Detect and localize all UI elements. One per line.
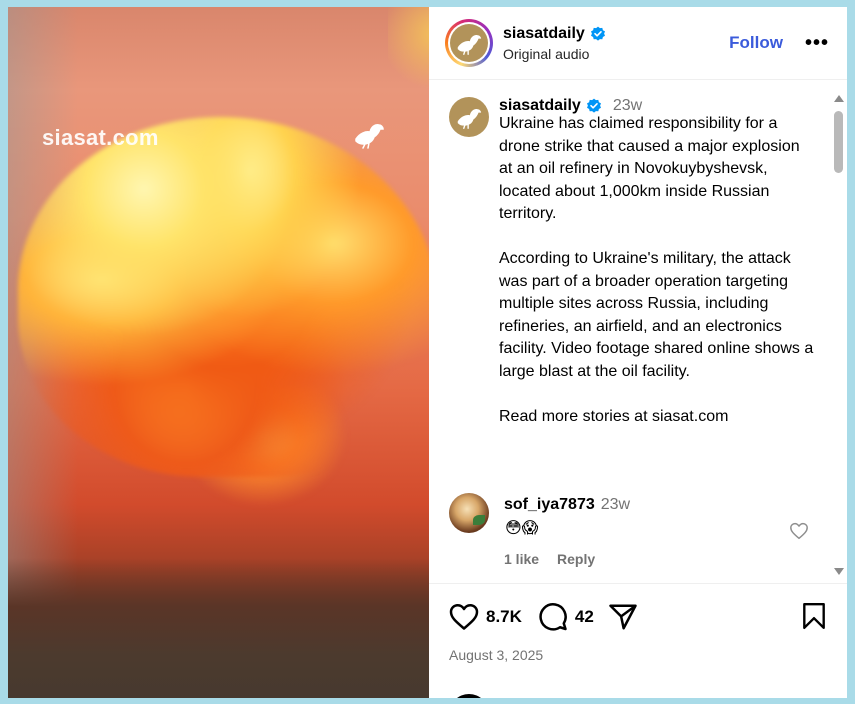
follow-button[interactable]: Follow	[729, 33, 783, 53]
like-button[interactable]: 8.7K	[449, 603, 522, 631]
comment-avatar[interactable]	[449, 493, 489, 533]
video-watermark: siasat.com	[42, 125, 159, 150]
avatar	[450, 24, 488, 62]
comment-button[interactable]: 42	[538, 602, 594, 632]
pigeon-icon	[457, 35, 482, 55]
comment-username[interactable]: sof_iya7873	[504, 496, 595, 514]
comment-heart-icon[interactable]	[789, 522, 809, 540]
post-caption: siasatdaily 23w Ukraine has claimed resp…	[449, 97, 817, 428]
verified-badge-icon	[590, 26, 605, 41]
post-dialog: siasat.com siasatdaily Original audio Fo…	[8, 7, 847, 698]
next-section-avatar	[449, 694, 489, 698]
scroll-down-arrow-icon[interactable]	[834, 568, 844, 575]
post-actions: 8.7K 42 August 3, 2025	[429, 583, 847, 698]
comments-scrollbar[interactable]	[832, 87, 845, 581]
comment-text: 😳😱	[505, 518, 539, 537]
comment-reply-button[interactable]: Reply	[557, 551, 595, 567]
explosion-fireball	[18, 117, 429, 477]
header-username[interactable]: siasatdaily	[503, 25, 585, 43]
post-video[interactable]: siasat.com	[8, 7, 429, 698]
original-audio-link[interactable]: Original audio	[503, 46, 729, 62]
scrollbar-thumb[interactable]	[834, 111, 843, 173]
more-icon[interactable]: •••	[805, 32, 829, 55]
share-icon	[609, 604, 637, 630]
verified-badge-icon	[586, 98, 601, 113]
comment-count[interactable]: 42	[575, 607, 594, 627]
heart-icon	[449, 604, 479, 630]
caption-avatar[interactable]	[449, 97, 489, 137]
like-count[interactable]: 8.7K	[486, 607, 522, 627]
pigeon-icon	[457, 109, 482, 129]
story-ring[interactable]	[445, 19, 493, 67]
bookmark-icon[interactable]	[801, 602, 827, 630]
pigeon-icon	[355, 124, 384, 149]
comment-item: sof_iya7873 23w 😳😱 1 like Reply	[449, 491, 819, 571]
video-glow	[388, 7, 429, 97]
post-header: siasatdaily Original audio Follow •••	[429, 7, 847, 80]
comment-likes[interactable]: 1 like	[504, 551, 539, 567]
share-button[interactable]	[608, 602, 638, 632]
comments-list[interactable]: siasatdaily 23w Ukraine has claimed resp…	[429, 81, 847, 583]
comment-time[interactable]: 23w	[601, 496, 630, 514]
post-date[interactable]: August 3, 2025	[449, 647, 543, 663]
scroll-up-arrow-icon[interactable]	[834, 95, 844, 102]
post-side-panel: siasatdaily Original audio Follow ••• si…	[429, 7, 847, 698]
comment-icon	[539, 603, 567, 631]
video-ground	[8, 558, 429, 698]
caption-text: Ukraine has claimed responsibility for a…	[499, 115, 814, 425]
